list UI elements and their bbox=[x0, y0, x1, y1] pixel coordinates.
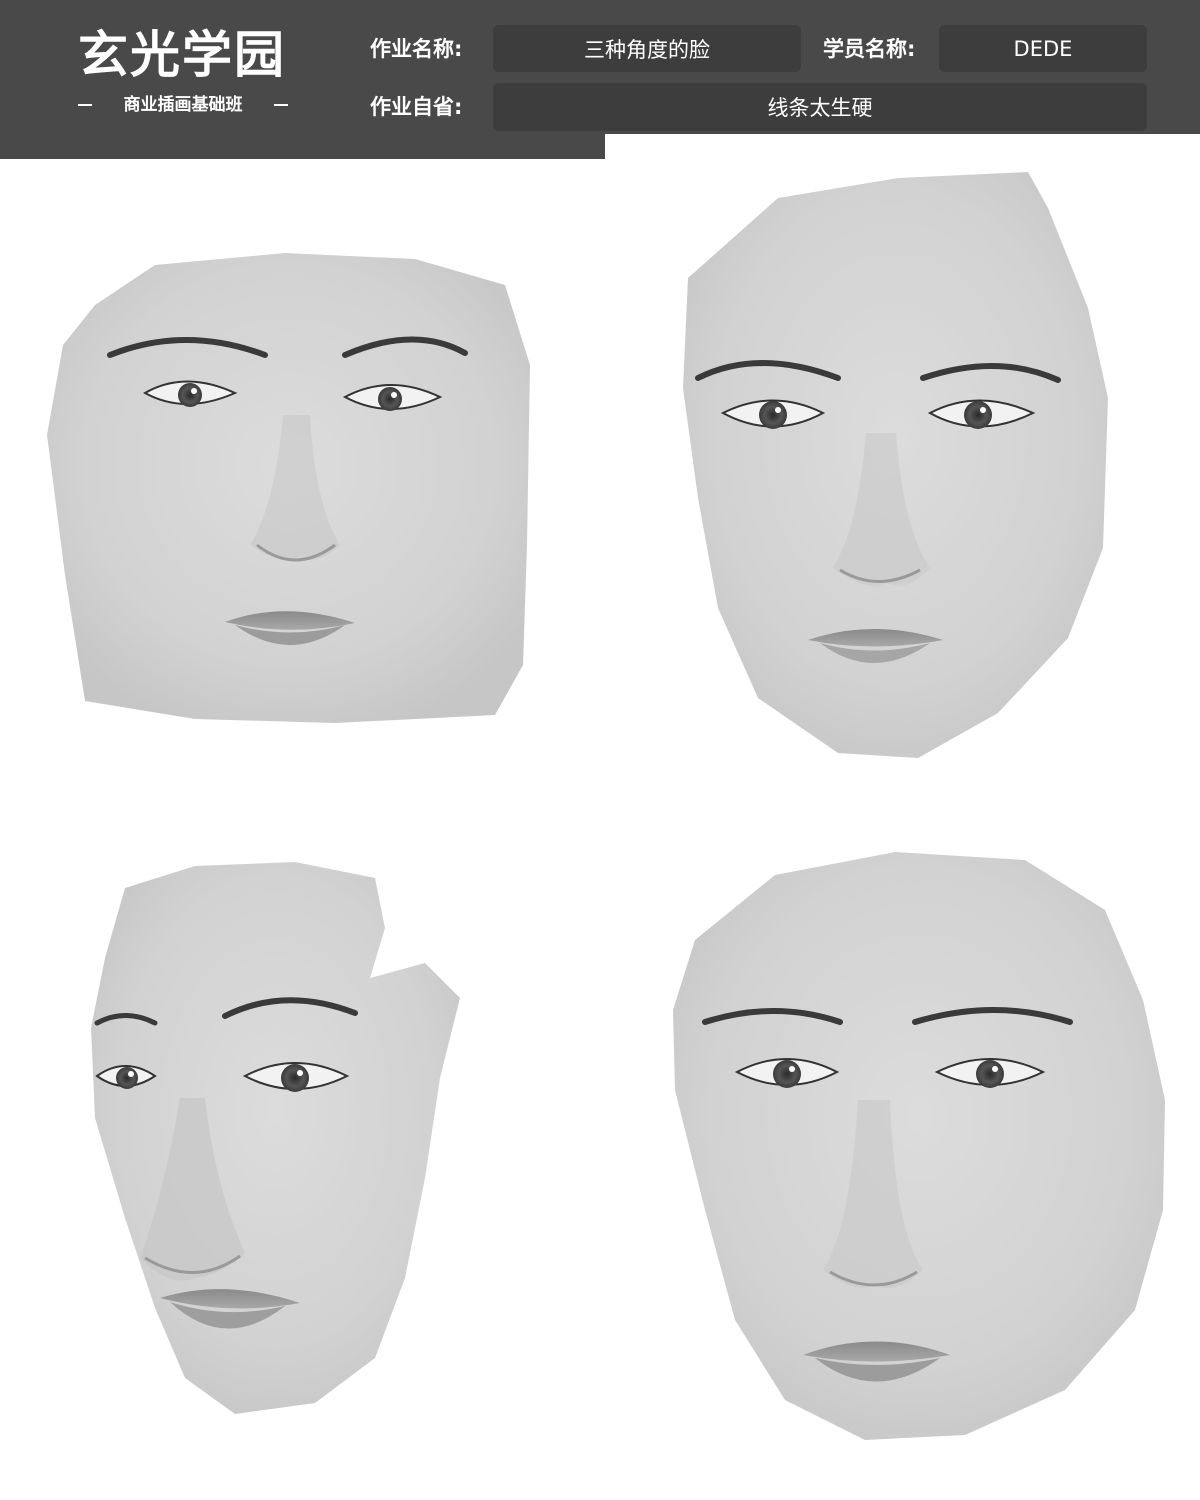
assignment-name-label: 作业名称: bbox=[370, 37, 463, 61]
student-name-value: DEDE bbox=[939, 25, 1147, 72]
brand-subtitle-text: 商业插画基础班 bbox=[123, 95, 243, 115]
student-name-label: 学员名称: bbox=[823, 37, 916, 61]
face-sketch-three-quarter bbox=[91, 862, 460, 1414]
header-tab bbox=[0, 134, 605, 159]
dash-icon bbox=[78, 104, 92, 106]
face-sketch-front-1 bbox=[47, 253, 530, 723]
dash-icon bbox=[274, 104, 288, 106]
assignment-name-value: 三种角度的脸 bbox=[493, 25, 801, 72]
brand-subtitle: 商业插画基础班 bbox=[78, 92, 288, 118]
self-review-label: 作业自省: bbox=[370, 95, 463, 119]
self-review-value: 线条太生硬 bbox=[493, 83, 1147, 131]
brand-title: 玄光学园 bbox=[78, 25, 286, 84]
face-sketch-front-3 bbox=[673, 852, 1165, 1440]
face-sketch-front-2 bbox=[683, 172, 1108, 758]
